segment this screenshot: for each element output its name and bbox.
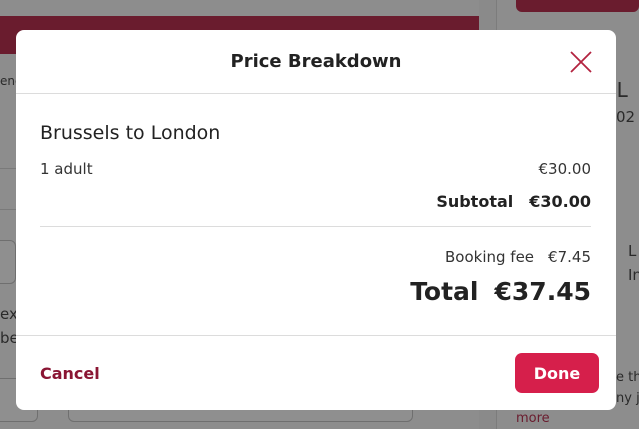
subtotal-value: €30.00: [529, 192, 591, 211]
background-text: e thi: [616, 370, 639, 385]
modal-header: Price Breakdown: [16, 30, 616, 94]
total-value: €37.45: [494, 277, 591, 306]
booking-fee-value: €7.45: [548, 248, 591, 266]
total-label: Total: [410, 277, 479, 306]
done-button[interactable]: Done: [515, 353, 599, 393]
total-row: Total €37.45: [410, 277, 591, 306]
subtotal-row: Subtotal €30.00: [436, 192, 591, 211]
route-title: Brussels to London: [40, 122, 221, 144]
price-breakdown-modal: Price Breakdown Brussels to London 1 adu…: [16, 30, 616, 410]
divider: [40, 226, 591, 227]
background-text: L: [628, 242, 637, 260]
passenger-label: 1 adult: [40, 160, 93, 178]
booking-fee-row: Booking fee €7.45: [445, 248, 591, 266]
booking-fee-label: Booking fee: [445, 248, 535, 266]
background-side-button: [516, 0, 639, 12]
close-x-icon: [570, 51, 592, 73]
modal-footer: Cancel Done: [16, 335, 616, 410]
subtotal-label: Subtotal: [436, 192, 514, 211]
background-more-link: more: [516, 411, 550, 426]
passenger-price: €30.00: [538, 160, 592, 178]
modal-body: Brussels to London 1 adult €30.00 Subtot…: [16, 94, 616, 334]
cancel-button[interactable]: Cancel: [40, 364, 100, 383]
background-text: ny j: [616, 391, 639, 406]
background-select: [0, 240, 16, 284]
modal-title: Price Breakdown: [230, 51, 402, 72]
background-text: 02: [616, 108, 636, 126]
background-text: In: [628, 266, 639, 284]
close-button[interactable]: [568, 49, 594, 75]
